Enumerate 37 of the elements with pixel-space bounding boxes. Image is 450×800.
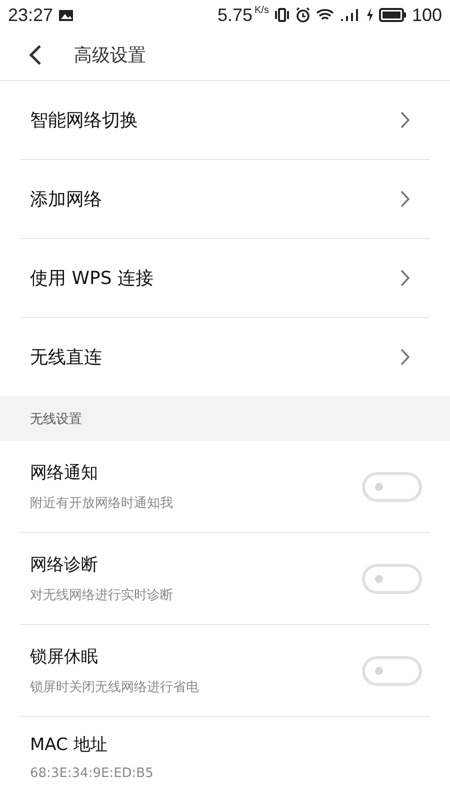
setting-title: MAC 地址 [30, 734, 108, 756]
toggle-switch[interactable] [362, 472, 422, 502]
speed-unit: K/s [254, 5, 269, 16]
item-label: 无线直连 [30, 346, 102, 369]
chevron-right-icon [400, 190, 410, 208]
setting-title: 网络通知 [30, 462, 99, 484]
settings-item[interactable]: 智能网络切换 [20, 81, 430, 160]
signal-icon [338, 8, 361, 22]
item-label: 智能网络切换 [30, 109, 138, 132]
chevron-right-icon [400, 111, 410, 129]
chevron-right-icon [400, 348, 410, 366]
image-notification-icon [58, 8, 74, 22]
battery-level: 100 [412, 4, 442, 26]
battery-icon [378, 8, 407, 22]
setting-title: 网络诊断 [30, 554, 99, 576]
clock: 23:27 [8, 4, 54, 26]
setting-description: 附近有开放网络时通知我 [30, 495, 173, 512]
charging-icon [366, 8, 374, 22]
item-label: 使用 WPS 连接 [30, 267, 154, 290]
settings-item[interactable]: 添加网络 [20, 160, 430, 239]
vibrate-icon [274, 8, 290, 22]
back-icon [28, 44, 42, 66]
section-title: 无线设置 [30, 410, 82, 428]
chevron-right-icon [400, 269, 410, 287]
setting-description: 锁屏时关闭无线网络进行省电 [30, 679, 199, 696]
alarm-icon [294, 7, 311, 23]
toggle-switch[interactable] [362, 656, 422, 686]
network-speed: 5.75 [217, 4, 252, 26]
wifi-icon [316, 8, 334, 22]
page-title: 高级设置 [74, 44, 146, 67]
setting-title: 锁屏休眠 [30, 646, 99, 668]
item-label: 添加网络 [30, 188, 102, 211]
settings-item[interactable]: 使用 WPS 连接 [20, 239, 430, 318]
settings-item[interactable]: 无线直连 [20, 318, 430, 396]
setting-description: 对无线网络进行实时诊断 [30, 587, 173, 604]
toggle-switch[interactable] [362, 564, 422, 594]
mac-address: 68:3E:34:9E:ED:B5 [30, 766, 154, 781]
